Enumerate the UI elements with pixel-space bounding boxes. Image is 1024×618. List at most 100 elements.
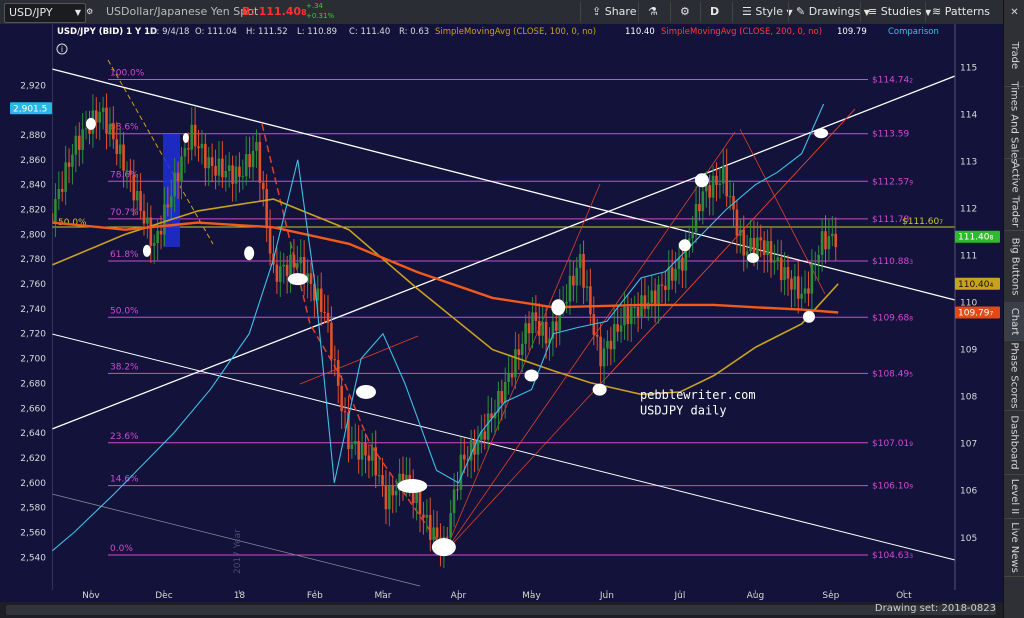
candle-body: [674, 268, 677, 281]
candle-body: [670, 267, 674, 281]
marker-ellipse[interactable]: [551, 299, 566, 316]
candle-body: [343, 411, 347, 413]
sidebar-tab-chart[interactable]: Chart: [1004, 302, 1024, 341]
marker-ellipse[interactable]: [397, 479, 428, 494]
candle-body: [381, 475, 384, 486]
candle-body: [698, 203, 701, 212]
candle-body: [715, 175, 718, 185]
studies-button[interactable]: ≡ Studies ▼: [868, 3, 931, 21]
period-button[interactable]: D: [710, 3, 719, 21]
left-tick-label: 2,700: [20, 355, 46, 365]
sidebar-tab-dashboard[interactable]: Dashboard: [1004, 410, 1024, 475]
x-tick-label: 18: [234, 591, 246, 601]
sidebar-tab-live-news[interactable]: Live News: [1004, 518, 1024, 577]
candle-body: [575, 267, 579, 286]
candle-body: [135, 190, 139, 201]
right-tick-label: 115: [960, 63, 977, 73]
sidebar-tab-big-buttons[interactable]: Big Buttons: [1004, 230, 1024, 303]
candle-body: [657, 284, 660, 306]
candle-body: [565, 301, 568, 304]
gear-icon[interactable]: ⚙: [86, 3, 93, 21]
candle-body: [169, 196, 173, 208]
chart-header-field: 109.79: [837, 27, 867, 37]
sidebar-tab-phase-scores[interactable]: Phase Scores: [1004, 340, 1024, 411]
patterns-button[interactable]: ≋ Patterns: [932, 3, 990, 21]
symbol-input[interactable]: USD/JPY ▼: [4, 3, 86, 23]
candle-body: [112, 123, 115, 140]
candle-body: [769, 241, 773, 263]
chevron-down-icon[interactable]: ▼: [75, 4, 81, 22]
marker-ellipse[interactable]: [524, 369, 539, 382]
drawings-button[interactable]: ✎ Drawings ▼: [796, 3, 870, 21]
candle-body: [636, 307, 640, 317]
marker-ellipse[interactable]: [355, 384, 376, 399]
candle-body: [739, 229, 742, 236]
right-tick-label: 108: [960, 393, 977, 403]
candle-body: [187, 148, 190, 150]
candle-body: [285, 264, 289, 276]
candle-body: [374, 447, 378, 476]
candle-body: [534, 312, 538, 321]
candle-body: [578, 253, 582, 268]
marker-ellipse[interactable]: [814, 128, 829, 139]
candle-body: [388, 485, 391, 510]
x-tick-label: Sep: [822, 591, 839, 601]
marker-ellipse[interactable]: [592, 383, 607, 396]
fib-price-label: $113.59: [872, 130, 909, 140]
candle-body: [241, 176, 245, 178]
marker-ellipse[interactable]: [802, 310, 815, 323]
right-tick-label: 113: [960, 157, 977, 167]
marker-ellipse[interactable]: [287, 273, 308, 286]
candle-body: [261, 182, 265, 190]
candle-body: [364, 442, 367, 456]
candle-body: [319, 288, 323, 312]
sidebar-tab-level-ii[interactable]: Level II: [1004, 474, 1024, 519]
candle-body: [435, 527, 439, 538]
marker-ellipse[interactable]: [694, 173, 709, 188]
sidebar-tab-label: Dashboard: [1009, 414, 1021, 470]
sidebar-tab-active-trader[interactable]: Active Trader: [1004, 158, 1024, 231]
candle-body: [568, 275, 572, 302]
marker-ellipse[interactable]: [746, 252, 759, 263]
sidebar-tab-times-and-sales[interactable]: Times And Sales: [1004, 81, 1024, 163]
candle-body: [824, 231, 827, 250]
flask-icon[interactable]: ⚗: [648, 3, 658, 21]
candle-body: [190, 124, 194, 150]
candle-body: [74, 135, 78, 155]
price-chart[interactable]: 100.0%$114.74288.6%$113.5978.6%$112.5797…: [0, 24, 1003, 602]
candle-body: [422, 514, 425, 518]
share-button[interactable]: ⇪ Share: [592, 3, 636, 21]
candle-body: [149, 217, 153, 246]
style-button[interactable]: ☰ Style ▼: [742, 3, 793, 21]
candle-body: [336, 360, 340, 386]
candle-body: [193, 124, 197, 147]
candle-body: [589, 286, 592, 315]
drawing-set-label[interactable]: Drawing set: 2018-0823: [875, 603, 996, 614]
candle-body: [391, 485, 395, 496]
price-badge-text: 109.797: [958, 308, 994, 318]
marker-ellipse[interactable]: [431, 538, 456, 557]
marker-ellipse[interactable]: [85, 117, 96, 130]
left-tick-label: 2,720: [20, 330, 46, 340]
fib-price-label: $107.019: [872, 439, 913, 449]
candle-body: [234, 166, 238, 184]
scroll-track[interactable]: [6, 605, 996, 615]
candle-body: [265, 189, 268, 227]
annotation-text-vertical: 2017 Year: [233, 529, 243, 574]
sidebar-tab-trade[interactable]: Trade: [1004, 24, 1024, 87]
marker-ellipse[interactable]: [244, 246, 255, 261]
gear-icon[interactable]: ⚙: [680, 3, 690, 21]
close-icon[interactable]: ✕: [1004, 4, 1024, 20]
fib-price-label: $108.495: [872, 369, 913, 379]
marker-ellipse[interactable]: [182, 132, 189, 143]
fib-price-sub: 5: [909, 371, 913, 378]
marker-ellipse[interactable]: [142, 244, 151, 257]
candle-body: [224, 171, 228, 178]
candle-body: [507, 373, 510, 382]
marker-ellipse[interactable]: [678, 239, 691, 252]
fib-price-sub: 2: [909, 78, 913, 85]
candle-body: [122, 144, 125, 171]
x-tick-label: Jul: [674, 591, 686, 601]
pencil-icon: ✎: [796, 5, 806, 18]
info-icon-glyph: i: [61, 45, 63, 54]
